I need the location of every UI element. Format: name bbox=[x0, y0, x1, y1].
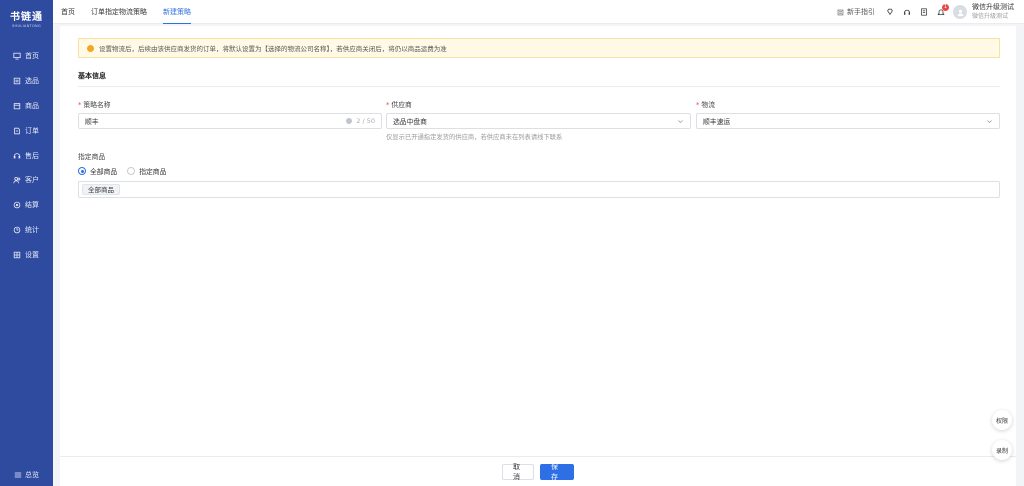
sidebar-item-label: 商品 bbox=[25, 101, 39, 110]
aftersale-icon bbox=[13, 152, 21, 160]
tab-new-strategy[interactable]: 新建策略 bbox=[163, 0, 191, 24]
sidebar-item-label: 结算 bbox=[25, 201, 39, 210]
sidebar-item-settings[interactable]: 设置 bbox=[0, 242, 53, 267]
goods-label: 指定商品 bbox=[78, 153, 106, 161]
menu-icon bbox=[14, 472, 22, 478]
goods-radio-group: 全部商品 指定商品 bbox=[78, 166, 176, 176]
brand-sub: SHULIANTONG bbox=[12, 24, 41, 28]
sidebar-item-picklist[interactable]: 选品 bbox=[0, 69, 53, 94]
sidebar-item-label: 首页 bbox=[25, 52, 39, 61]
char-counter: 2 / 50 bbox=[346, 117, 375, 125]
settle-icon bbox=[13, 201, 21, 209]
picklist-icon bbox=[13, 77, 21, 85]
logistics-label: * 物流 bbox=[696, 99, 715, 109]
sidebar-item-overview[interactable]: 总览 bbox=[0, 470, 53, 480]
radio-specific-goods[interactable]: 指定商品 bbox=[127, 166, 166, 176]
clear-icon[interactable] bbox=[346, 118, 353, 124]
notice-banner: 设置物流后，后续由该供应商发货的订单，将默认设置为【选择的物流公司名称】，若供应… bbox=[78, 38, 1000, 58]
goods-tag-box[interactable]: 全部商品 bbox=[78, 181, 1000, 198]
sidebar-item-goods[interactable]: 商品 bbox=[0, 94, 53, 119]
sidebar-item-label: 选品 bbox=[25, 77, 39, 86]
chevron-down-icon bbox=[678, 119, 683, 123]
required-mark: * bbox=[78, 101, 82, 109]
selected-goods-tag: 全部商品 bbox=[82, 184, 120, 195]
top-bar: 首页 订单指定物流策略 新建策略 新手指引 1 微信升级测试 微信升级测试 bbox=[53, 0, 1024, 24]
main-panel: 设置物流后，后续由该供应商发货的订单，将默认设置为【选择的物流公司名称】，若供应… bbox=[60, 26, 1016, 456]
radio-label: 全部商品 bbox=[90, 168, 118, 176]
required-mark: * bbox=[386, 101, 390, 109]
logistics-value: 顺丰速运 bbox=[703, 118, 731, 126]
sidebar-item-settlement[interactable]: 结算 bbox=[0, 193, 53, 218]
order-icon bbox=[13, 127, 21, 135]
headset-icon[interactable] bbox=[902, 8, 911, 17]
document-icon[interactable] bbox=[919, 8, 928, 17]
sidebar-item-label: 订单 bbox=[25, 126, 39, 135]
strategy-name-label: * 策略名称 bbox=[78, 99, 111, 109]
monitor-icon bbox=[13, 52, 21, 60]
sidebar-item-stats[interactable]: 统计 bbox=[0, 218, 53, 243]
sidebar-item-label: 客户 bbox=[25, 176, 39, 185]
user-name: 微信升级测试 bbox=[972, 3, 1014, 11]
bell-icon[interactable]: 1 bbox=[936, 3, 949, 17]
supplier-label: * 供应商 bbox=[386, 99, 412, 109]
settings-icon bbox=[13, 251, 21, 259]
goods-icon bbox=[13, 102, 21, 110]
guide-icon bbox=[837, 9, 844, 15]
radio-dot bbox=[78, 167, 86, 175]
strategy-name-label-text: 策略名称 bbox=[83, 101, 111, 109]
sidebar-item-label: 统计 bbox=[25, 225, 39, 234]
sidebar-item-label: 售后 bbox=[25, 151, 39, 160]
user-info[interactable]: 微信升级测试 微信升级测试 bbox=[972, 3, 1014, 21]
warning-icon bbox=[87, 44, 94, 52]
save-button[interactable]: 保 存 bbox=[540, 463, 574, 481]
sidebar-bottom-label: 总览 bbox=[25, 471, 39, 479]
supplier-hint: 仅显示已开通指定发货的供应商，若供应商未在列表请线下联系 bbox=[386, 134, 563, 141]
sidebar-item-customers[interactable]: 客户 bbox=[0, 168, 53, 193]
tab-order-logistics-strategy[interactable]: 订单指定物流策略 bbox=[91, 0, 147, 24]
permission-float-button[interactable]: 权限 bbox=[992, 410, 1012, 430]
radio-label: 指定商品 bbox=[139, 168, 167, 176]
sidebar-item-aftersale[interactable]: 售后 bbox=[0, 143, 53, 168]
user-sub: 微信升级测试 bbox=[972, 13, 1009, 20]
notification-badge: 1 bbox=[942, 3, 949, 11]
supplier-select[interactable]: 选品中盘商 bbox=[386, 113, 691, 129]
customer-icon bbox=[13, 176, 21, 184]
tab-bar: 首页 订单指定物流策略 新建策略 bbox=[61, 0, 207, 24]
strategy-name-value: 顺丰 bbox=[85, 118, 99, 126]
guide-button[interactable]: 新手指引 bbox=[837, 7, 875, 17]
stats-icon bbox=[13, 226, 21, 234]
sidebar-nav: 首页 选品 商品 订单 售后 客户 结算 统计 设置 bbox=[0, 44, 53, 267]
required-mark: * bbox=[696, 101, 700, 109]
logistics-select[interactable]: 顺丰速运 bbox=[696, 113, 1000, 129]
sidebar-item-label: 设置 bbox=[25, 250, 39, 259]
sidebar: 书链通 SHULIANTONG 首页 选品 商品 订单 售后 客户 结算 统计 … bbox=[0, 0, 53, 486]
section-title: 基本信息 bbox=[78, 72, 106, 80]
cancel-button[interactable]: 取 消 bbox=[502, 463, 534, 481]
strategy-name-input[interactable]: 顺丰 2 / 50 bbox=[78, 113, 382, 129]
record-float-button[interactable]: 录制 bbox=[992, 440, 1012, 460]
logistics-label-text: 物流 bbox=[701, 101, 715, 109]
avatar[interactable] bbox=[953, 5, 967, 19]
radio-all-goods[interactable]: 全部商品 bbox=[78, 166, 117, 176]
sidebar-item-orders[interactable]: 订单 bbox=[0, 118, 53, 143]
brand-name: 书链通 bbox=[10, 12, 43, 23]
user-icon bbox=[957, 9, 963, 16]
char-count-text: 2 / 50 bbox=[356, 117, 375, 125]
sidebar-item-home[interactable]: 首页 bbox=[0, 44, 53, 69]
chevron-down-icon bbox=[987, 119, 992, 123]
guide-label: 新手指引 bbox=[847, 8, 875, 16]
notice-text: 设置物流后，后续由该供应商发货的订单，将默认设置为【选择的物流公司名称】，若供应… bbox=[99, 45, 447, 53]
diamond-icon[interactable] bbox=[885, 8, 894, 17]
divider bbox=[78, 86, 1000, 87]
form-footer: 取 消 保 存 bbox=[60, 456, 1016, 486]
brand-logo[interactable]: 书链通 SHULIANTONG bbox=[0, 8, 53, 28]
supplier-value: 选品中盘商 bbox=[393, 118, 427, 126]
supplier-label-text: 供应商 bbox=[391, 101, 412, 109]
top-right-tools: 新手指引 1 微信升级测试 微信升级测试 bbox=[837, 0, 1014, 24]
radio-dot bbox=[127, 167, 136, 175]
tab-home[interactable]: 首页 bbox=[61, 0, 75, 24]
